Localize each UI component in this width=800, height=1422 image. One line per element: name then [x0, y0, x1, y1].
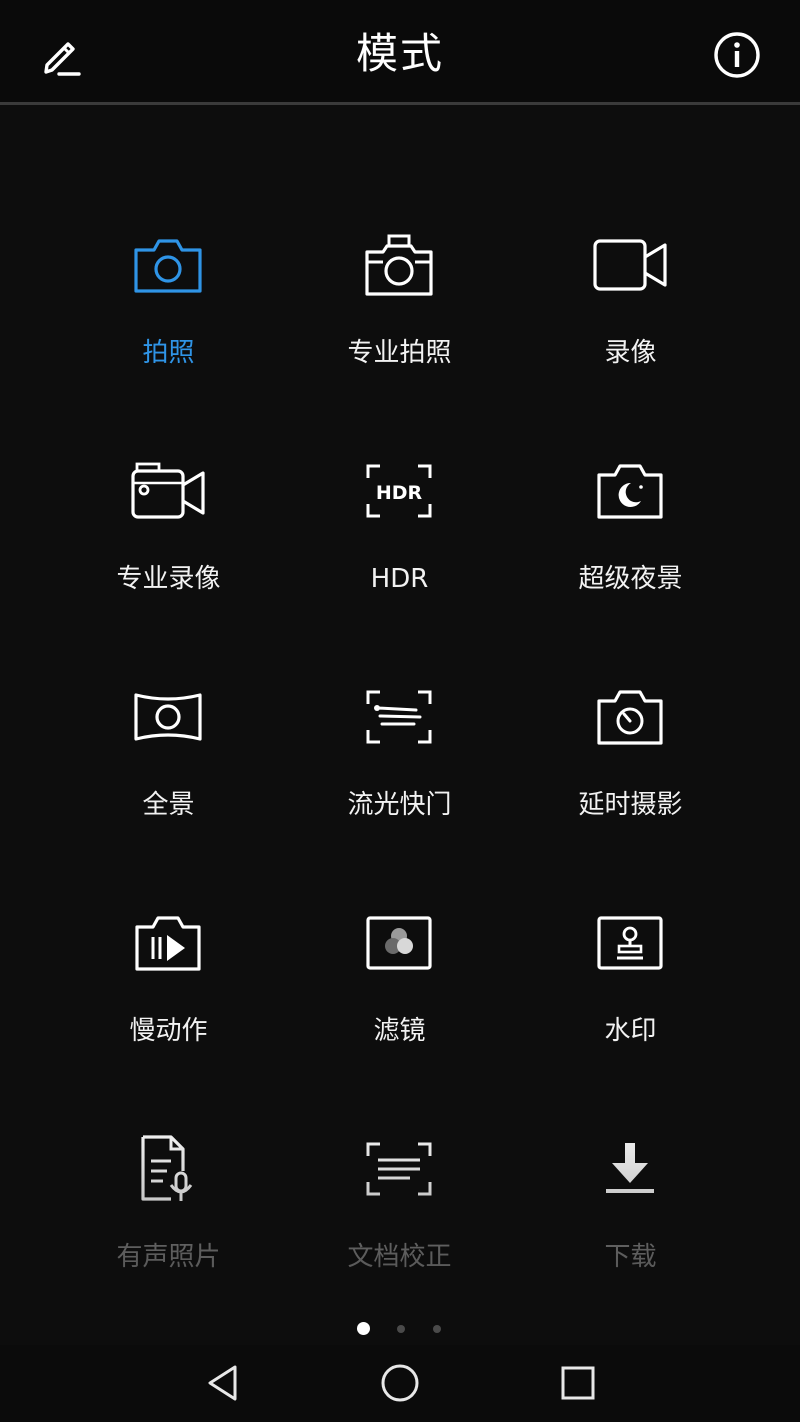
- slow-motion-icon: [135, 916, 201, 971]
- pro-video-icon: [131, 462, 205, 519]
- mode-label: 拍照: [142, 338, 195, 368]
- mode-hdr[interactable]: HDR HDR: [284, 426, 515, 626]
- navigation-bar: [0, 1345, 800, 1422]
- mode-pro-photo[interactable]: 专业拍照: [284, 200, 515, 400]
- document-scan-icon: [366, 1142, 432, 1196]
- mode-label: 录像: [604, 338, 657, 368]
- page-indicator: [350, 1320, 450, 1336]
- mode-label: 流光快门: [347, 790, 452, 820]
- mode-label: 全景: [142, 790, 195, 820]
- camera-icon: [134, 239, 202, 293]
- panorama-icon: [134, 693, 202, 741]
- mode-video[interactable]: 录像: [515, 200, 746, 400]
- mode-slow-motion[interactable]: 慢动作: [53, 878, 284, 1078]
- light-painting-icon: [366, 690, 432, 744]
- mode-label: 滤镜: [373, 1016, 426, 1046]
- night-mode-icon: [597, 464, 663, 519]
- mode-label: HDR: [370, 564, 429, 594]
- filter-icon: [366, 916, 432, 970]
- page-title: 模式: [355, 29, 444, 78]
- top-bar: 模式: [0, 0, 800, 102]
- back-button[interactable]: [192, 1357, 252, 1409]
- watermark-icon: [597, 916, 663, 970]
- mode-label: 慢动作: [129, 1016, 208, 1046]
- page-dot: [433, 1325, 441, 1333]
- mode-label: 水印: [604, 1016, 657, 1046]
- mode-watermark[interactable]: 水印: [515, 878, 746, 1078]
- edit-button[interactable]: [30, 24, 92, 86]
- mode-filter[interactable]: 滤镜: [284, 878, 515, 1078]
- recents-square-icon: [561, 1366, 595, 1400]
- video-camera-icon: [593, 239, 667, 291]
- info-icon: [714, 32, 760, 78]
- pencil-icon: [44, 42, 81, 76]
- mode-time-lapse[interactable]: 延时摄影: [515, 652, 746, 852]
- mode-panorama[interactable]: 全景: [53, 652, 284, 852]
- pro-camera-icon: [365, 234, 433, 296]
- download-icon: [606, 1143, 654, 1193]
- audio-note-icon: [141, 1135, 193, 1201]
- recents-button[interactable]: [548, 1357, 608, 1409]
- mode-label: 延时摄影: [578, 790, 683, 820]
- mode-photo[interactable]: 拍照: [53, 200, 284, 400]
- svg-text:HDR: HDR: [376, 482, 423, 504]
- mode-light-painting[interactable]: 流光快门: [284, 652, 515, 852]
- mode-label: 专业录像: [116, 564, 221, 594]
- page-dot-active: [357, 1322, 370, 1335]
- mode-label: 下载: [604, 1242, 657, 1272]
- mode-label: 文档校正: [347, 1242, 452, 1272]
- mode-document-correction[interactable]: 文档校正: [284, 1104, 515, 1304]
- mode-night[interactable]: 超级夜景: [515, 426, 746, 626]
- header-divider: [0, 102, 800, 105]
- hdr-icon: HDR: [366, 464, 432, 518]
- mode-download[interactable]: 下载: [515, 1104, 746, 1304]
- home-circle-icon: [381, 1364, 419, 1402]
- home-button[interactable]: [370, 1357, 430, 1409]
- back-triangle-icon: [208, 1365, 237, 1401]
- info-button[interactable]: [706, 24, 768, 86]
- mode-label: 有声照片: [116, 1242, 221, 1272]
- mode-label: 超级夜景: [578, 564, 683, 594]
- mode-audio-photo[interactable]: 有声照片: [53, 1104, 284, 1304]
- page-dot: [397, 1325, 405, 1333]
- mode-pro-video[interactable]: 专业录像: [53, 426, 284, 626]
- time-lapse-icon: [597, 690, 663, 745]
- mode-label: 专业拍照: [347, 338, 452, 368]
